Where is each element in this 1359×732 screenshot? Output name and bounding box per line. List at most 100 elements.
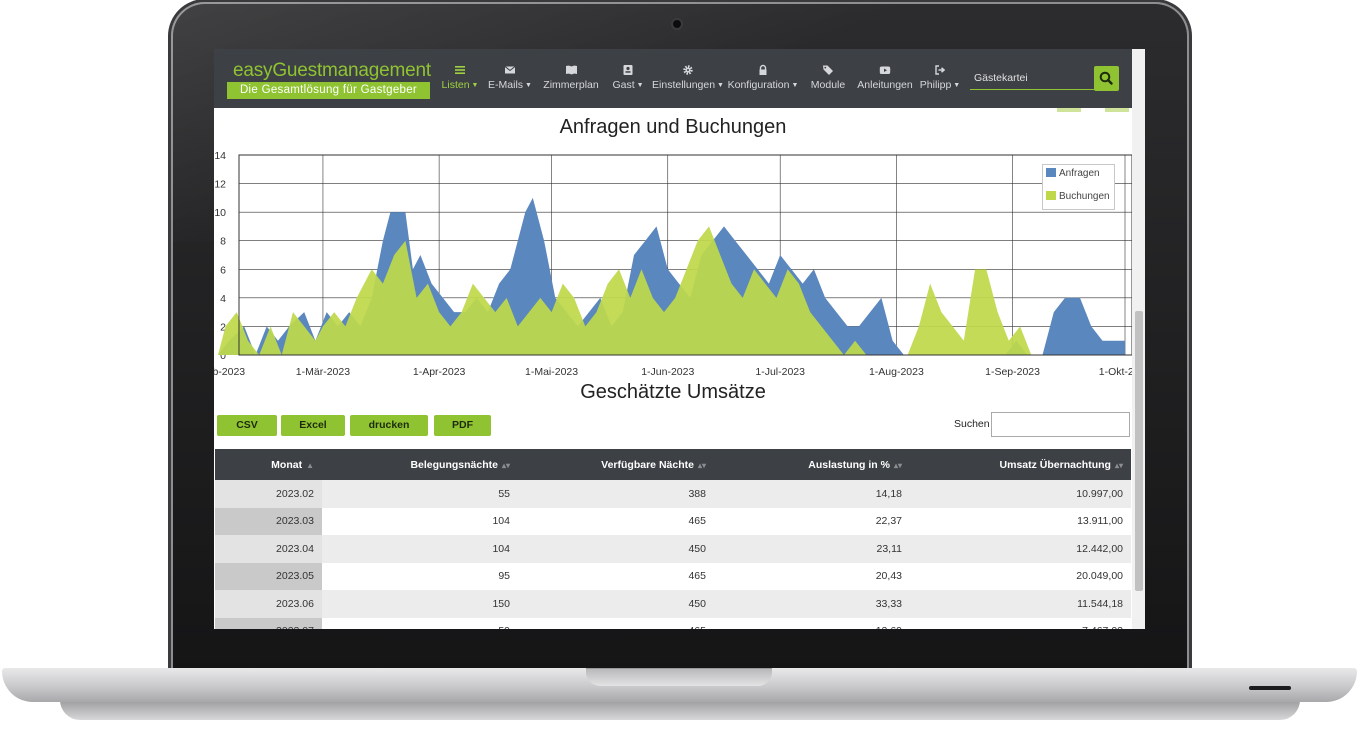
legend-swatch-buchungen (1046, 191, 1056, 200)
table-row[interactable]: 2023.05 95 465 20,43 20.049,00 (215, 562, 1131, 590)
table-cell-belegungsnaechte: 150 (322, 590, 518, 618)
sort-icon: ▲ (306, 460, 314, 470)
table-cell-belegungsnaechte: 95 (322, 562, 518, 590)
legend-label: Buchungen (1059, 191, 1110, 202)
y-tick-label: 8 (220, 236, 226, 248)
table-cell-auslastung: 14,18 (714, 480, 910, 508)
table-cell-verfuegbare-naechte: 388 (518, 480, 714, 508)
laptop-opening-notch (586, 668, 772, 686)
logo-tagline: Die Gesamtlösung für Gastgeber (227, 82, 430, 99)
area-chart: 024681012141-Feb-20231-Mär-20231-Apr-202… (214, 150, 1132, 378)
table-cell-umsatz: 10.997,00 (910, 480, 1131, 508)
table-cell-monat: 2023.02 (215, 480, 322, 508)
column-header-auslastung[interactable]: Auslastung in % ▴▾ (714, 449, 910, 480)
table-cell-verfuegbare-naechte: 465 (518, 617, 714, 629)
table-cell-auslastung: 20,43 (714, 562, 910, 590)
sign-out-icon (900, 64, 980, 77)
table-search-label: Suchen (954, 418, 990, 430)
app-logo[interactable]: easyGuestmanagement Die Gesamtlösung für… (227, 60, 432, 99)
nav-item-label: Einstellungen (652, 79, 716, 91)
sort-icon: ▴▾ (697, 460, 706, 470)
table-cell-verfuegbare-naechte: 465 (518, 507, 714, 535)
x-tick-label: 1-Jul-2023 (755, 366, 805, 378)
table-cell-umsatz: 7.467,02 (910, 617, 1131, 629)
nav-item-label: E-Mails (488, 79, 524, 91)
nav-item-label: Gast (612, 79, 635, 91)
top-navbar: easyGuestmanagement Die Gesamtlösung für… (214, 49, 1145, 108)
x-tick-label: 1-Aug-2023 (869, 366, 924, 378)
x-tick-label: 1-Okt-2023 (1099, 366, 1132, 378)
table-cell-belegungsnaechte: 104 (322, 507, 518, 535)
guest-search-input[interactable] (970, 66, 1094, 90)
nav-item-philipp[interactable]: Philipp ▼ (900, 64, 980, 91)
table-cell-verfuegbare-naechte: 450 (518, 590, 714, 618)
column-header-umsatz[interactable]: Umsatz Übernachtung ▴▾ (910, 449, 1131, 480)
excel-button[interactable]: Excel (281, 415, 345, 436)
x-tick-label: 1-Jun-2023 (641, 366, 694, 378)
table-cell-monat: 2023.05 (215, 562, 322, 590)
table-header-row: Monat ▲ Belegungsnächte ▴▾ Verfügbare Näch… (215, 449, 1131, 480)
chart-title: Anfragen und Buchungen (559, 116, 787, 138)
x-tick-label: 1-Feb-2023 (214, 366, 245, 378)
sort-icon: ▴▾ (1114, 460, 1123, 470)
legend-item-buchungen[interactable]: Buchungen (1046, 191, 1110, 202)
laptop-base-shadow (60, 700, 1300, 720)
navbar-accent-tab (1057, 108, 1081, 112)
chart-legend: Anfragen Buchungen (1042, 164, 1115, 210)
y-tick-label: 12 (214, 179, 226, 191)
table-cell-umsatz: 12.442,00 (910, 535, 1131, 563)
nav-item-label: Philipp (919, 79, 952, 91)
table-cell-verfuegbare-naechte: 450 (518, 535, 714, 563)
table-cell-monat: 2023.04 (215, 535, 322, 563)
x-tick-label: 1-Apr-2023 (413, 366, 466, 378)
table-cell-belegungsnaechte: 104 (322, 535, 518, 563)
search-button[interactable] (1094, 66, 1119, 91)
scrollbar-thumb[interactable] (1135, 311, 1143, 591)
screen: easyGuestmanagement Die Gesamtlösung für… (214, 49, 1145, 629)
table-cell-umsatz: 13.911,00 (910, 507, 1131, 535)
y-tick-label: 6 (220, 264, 226, 276)
table-row[interactable]: 2023.04 104 450 23,11 12.442,00 (215, 535, 1131, 563)
table-cell-monat: 2023.06 (215, 590, 322, 618)
y-tick-label: 10 (214, 207, 226, 219)
table-cell-belegungsnaechte: 59 (322, 617, 518, 629)
search-icon (1099, 71, 1113, 85)
table-cell-monat: 2023.03 (215, 507, 322, 535)
nav-item-label: Module (810, 79, 846, 91)
table-cell-umsatz: 20.049,00 (910, 562, 1131, 590)
table-cell-auslastung: 12,69 (714, 617, 910, 629)
navbar-accent-tab (1105, 108, 1129, 112)
table-cell-auslastung: 23,11 (714, 535, 910, 563)
y-tick-label: 4 (220, 293, 226, 305)
column-header-verfuegbare-naechte[interactable]: Verfügbare Nächte ▴▾ (518, 449, 714, 480)
revenue-section-title: Geschätzte Umsätze (580, 381, 766, 403)
column-header-monat[interactable]: Monat ▲ (215, 449, 322, 480)
nav-item-einstellungen[interactable]: Einstellungen ▼ (648, 64, 728, 91)
x-tick-label: 1-Mai-2023 (525, 366, 578, 378)
csv-button[interactable]: CSV (217, 415, 277, 436)
table-row[interactable]: 2023.075946512,697.467,02 (215, 617, 1131, 629)
sort-icon: ▴▾ (501, 460, 510, 470)
print-button[interactable]: drucken (350, 415, 428, 436)
x-tick-label: 1-Sep-2023 (985, 366, 1040, 378)
column-header-belegungsnaechte[interactable]: Belegungsnächte ▴▾ (322, 449, 518, 480)
x-tick-label: 1-Mär-2023 (296, 366, 350, 378)
table-cell-umsatz: 11.544,18 (910, 590, 1131, 618)
sort-icon: ▴▾ (893, 460, 902, 470)
table-row[interactable]: 2023.02 55 388 14,18 10.997,00 (215, 480, 1131, 508)
caret-down-icon: ▼ (634, 82, 644, 89)
nav-item-label: Konfiguration (727, 79, 790, 91)
y-tick-label: 14 (214, 150, 226, 162)
logo-wordmark: easyGuestmanagement (233, 60, 431, 81)
table-row[interactable]: 2023.06 150 450 33,33 11.544,18 (215, 590, 1131, 618)
legend-label: Anfragen (1059, 168, 1100, 179)
legend-item-anfragen[interactable]: Anfragen (1046, 168, 1100, 179)
table-row[interactable]: 2023.03 104 465 22,37 13.911,00 (215, 507, 1131, 535)
table-cell-auslastung: 22,37 (714, 507, 910, 535)
laptop-indicator-light (1249, 686, 1291, 690)
table-cell-monat: 2023.07 (215, 617, 322, 629)
gear-icon (648, 64, 728, 77)
pdf-button[interactable]: PDF (434, 415, 491, 436)
table-search-input[interactable] (991, 412, 1130, 437)
table-cell-verfuegbare-naechte: 465 (518, 562, 714, 590)
